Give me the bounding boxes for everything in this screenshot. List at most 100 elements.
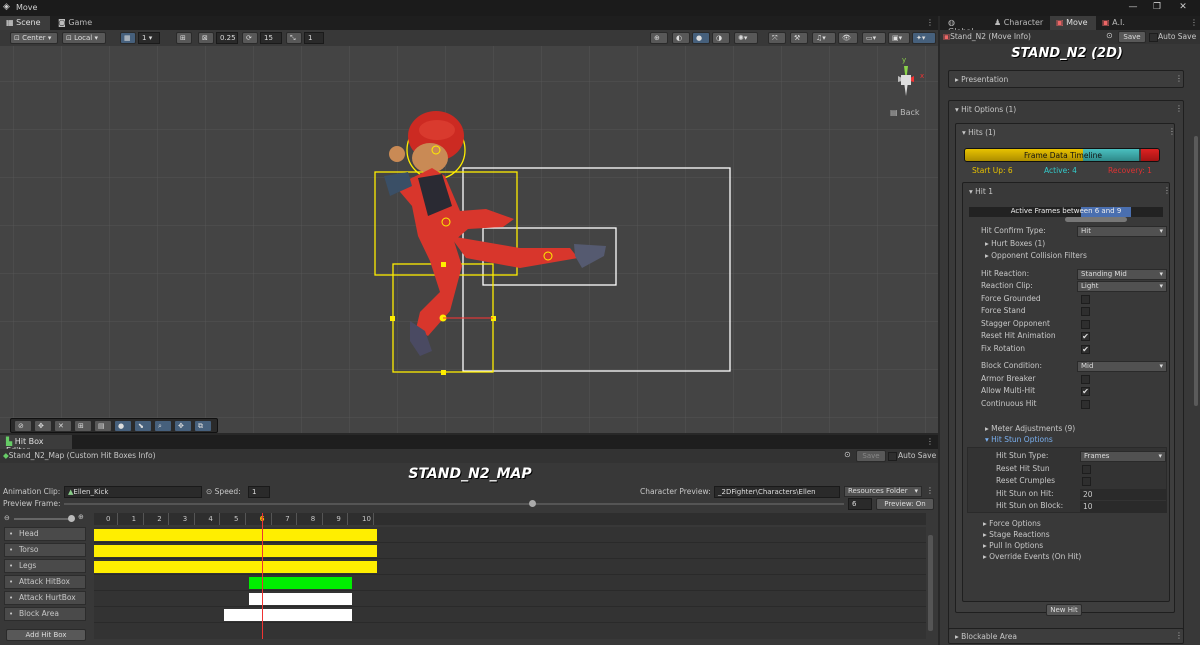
more-icon[interactable]: ⋮ — [1175, 104, 1183, 113]
char-preview-field[interactable]: _2DFighter\Characters\Ellen — [714, 486, 840, 498]
add-hitbox-button[interactable]: Add Hit Box — [6, 629, 86, 641]
head-bar[interactable] — [94, 529, 377, 541]
track-label[interactable]: • Legs — [4, 559, 86, 573]
torso-bar[interactable] — [94, 545, 377, 557]
speed-field[interactable]: 1 — [248, 486, 270, 498]
rotate-tool-icon[interactable]: ✕ — [54, 420, 72, 432]
field-checkbox[interactable] — [1081, 294, 1090, 304]
auto-save-checkbox[interactable] — [888, 452, 897, 461]
gizmos-icon[interactable]: ✦▾ — [912, 32, 936, 44]
camera-icon[interactable]: ▭▾ — [862, 32, 886, 44]
select-tool-icon[interactable]: ⧉ — [194, 420, 212, 432]
field-dropdown[interactable]: Standing Mid — [1077, 268, 1167, 280]
presentation-foldout[interactable]: ▸ Presentation ⋮ — [948, 70, 1184, 88]
maximize-button[interactable]: ❐ — [1150, 2, 1164, 12]
audio-icon[interactable]: ♫▾ — [812, 32, 836, 44]
frame-data-timeline[interactable]: Frame Data Timeline — [964, 148, 1160, 162]
rotate-snap-field[interactable]: 15 — [260, 32, 282, 44]
rect-tool-icon[interactable]: ▤ — [94, 420, 112, 432]
more-icon[interactable]: ⋮ — [926, 486, 934, 495]
draw-mode-icon[interactable]: ✺▾ — [734, 32, 758, 44]
minimize-button[interactable]: — — [1126, 2, 1140, 12]
active-frames-slider[interactable] — [1065, 217, 1127, 222]
stun-checkbox[interactable] — [1082, 477, 1091, 486]
scene-view[interactable]: y x ▤ Back ⊘ ✥ ✕ ⊞ ▤ ● ⬊ ⌕ ✥ ⧉ — [0, 46, 938, 433]
2d-toggle-icon[interactable]: ⤧ — [768, 32, 786, 44]
transform-tool-icon[interactable]: ● — [114, 420, 132, 432]
pivot-dropdown[interactable]: ⊡ Center ▾ — [10, 32, 58, 44]
scale-snap-field[interactable]: 1 — [304, 32, 324, 44]
field-checkbox[interactable] — [1081, 319, 1090, 329]
preview-slider-track[interactable] — [64, 503, 844, 505]
more-icon[interactable]: ⋮ — [926, 437, 934, 446]
new-hit-button[interactable]: New Hit — [1046, 604, 1082, 616]
playhead[interactable] — [262, 513, 263, 639]
track-label[interactable]: • Block Area — [4, 607, 86, 621]
tab-move[interactable]: ▣ Move — [1050, 16, 1096, 30]
move-snap-field[interactable]: 0.25 — [216, 32, 238, 44]
unlit-icon[interactable]: ◑ — [712, 32, 730, 44]
more-icon[interactable]: ⋮ — [1163, 186, 1171, 195]
field-dropdown[interactable]: Mid — [1077, 361, 1167, 372]
wireframe-icon[interactable]: ⊕ — [650, 32, 668, 44]
option-foldout[interactable]: ▸ Force Options — [983, 519, 1041, 528]
field-checkbox[interactable]: ✔ — [1081, 332, 1090, 341]
close-button[interactable]: ✕ — [1176, 2, 1190, 12]
space-dropdown[interactable]: ⊡ Local ▾ — [62, 32, 106, 44]
lighting-icon[interactable]: ⚒ — [790, 32, 808, 44]
option-foldout[interactable]: ▸ Pull In Options — [983, 541, 1043, 550]
preview-toggle-button[interactable]: Preview: On — [876, 498, 934, 510]
increment-snap-icon[interactable]: ⊞ — [176, 32, 192, 44]
active-frames-bar[interactable]: Active Frames between 6 and 9 — [969, 207, 1163, 217]
scale-tool-icon[interactable]: ⊞ — [74, 420, 92, 432]
target-icon[interactable]: ⊙ — [1106, 31, 1113, 40]
track-lanes[interactable] — [94, 513, 926, 639]
field-checkbox[interactable]: ✔ — [1081, 344, 1090, 354]
tab-game[interactable]: ◙ Game — [52, 16, 100, 30]
track-scrollbar[interactable] — [928, 535, 933, 631]
track-label[interactable]: • Torso — [4, 543, 86, 557]
hit1-foldout[interactable]: ▾ Hit 1 — [969, 187, 993, 196]
more-icon[interactable]: ⋮ — [1175, 631, 1183, 640]
tab-hitbox-editor[interactable]: ▙ Hit Box Editor — [0, 435, 72, 455]
save-button[interactable]: Save — [856, 450, 886, 462]
field-checkbox[interactable] — [1081, 307, 1090, 316]
field-checkbox[interactable] — [1081, 399, 1090, 409]
blockable-foldout[interactable]: ▸ Blockable Area ⋮ — [948, 628, 1184, 644]
pan-tool-icon[interactable]: ✥ — [174, 420, 192, 432]
option-foldout[interactable]: ▸ Override Events (On Hit) — [983, 552, 1081, 561]
resources-dropdown[interactable]: Resources Folder — [844, 486, 922, 497]
meter-foldout[interactable]: ▸ Meter Adjustments (9) — [985, 424, 1075, 433]
auto-save-checkbox[interactable] — [1149, 33, 1158, 42]
more-icon[interactable]: ⋮ — [1168, 127, 1176, 136]
track-label[interactable]: • Attack HitBox — [4, 575, 86, 589]
field-dropdown[interactable]: Hit — [1077, 226, 1167, 237]
field-label[interactable]: ▸ Opponent Collision Filters — [985, 250, 1087, 262]
track-label[interactable]: • Attack HurtBox — [4, 591, 86, 605]
inspector-scrollbar[interactable] — [1194, 136, 1198, 406]
more-icon[interactable]: ⋮ — [1175, 74, 1183, 83]
hand-tool-icon[interactable]: ⊘ — [14, 420, 32, 432]
stun-value[interactable]: 10 — [1080, 501, 1166, 512]
shaded-wire-icon[interactable]: ◐ — [672, 32, 690, 44]
field-checkbox[interactable] — [1081, 374, 1090, 384]
scale-snap-icon[interactable]: ⤡ — [286, 32, 302, 44]
more-icon[interactable]: ⋮ — [1190, 18, 1198, 27]
move-snap-icon[interactable]: ⊠ — [198, 32, 214, 44]
zoom-slider[interactable]: ⊖ ⊕ — [4, 513, 88, 525]
orientation-gizmo[interactable]: y x — [884, 56, 928, 102]
track-label[interactable]: • Head — [4, 527, 86, 541]
field-checkbox[interactable]: ✔ — [1081, 387, 1090, 396]
stun-checkbox[interactable] — [1082, 464, 1091, 474]
clip-field[interactable]: ▲Ellen_Kick — [64, 486, 202, 498]
tab-ai[interactable]: ▣ A.I. — [1096, 16, 1136, 30]
grid-size-field[interactable]: 1 ▾ — [138, 32, 160, 44]
stun-dropdown[interactable]: Frames — [1080, 451, 1166, 462]
field-dropdown[interactable]: Light — [1077, 281, 1167, 292]
tools-icon[interactable]: ▣▾ — [888, 32, 910, 44]
target-icon[interactable]: ⊙ — [844, 450, 851, 459]
tab-character[interactable]: ♟ Character — [988, 16, 1050, 30]
frame-field[interactable]: 6 — [848, 498, 872, 510]
shaded-icon[interactable]: ● — [692, 32, 710, 44]
legs-bar[interactable] — [94, 561, 377, 573]
